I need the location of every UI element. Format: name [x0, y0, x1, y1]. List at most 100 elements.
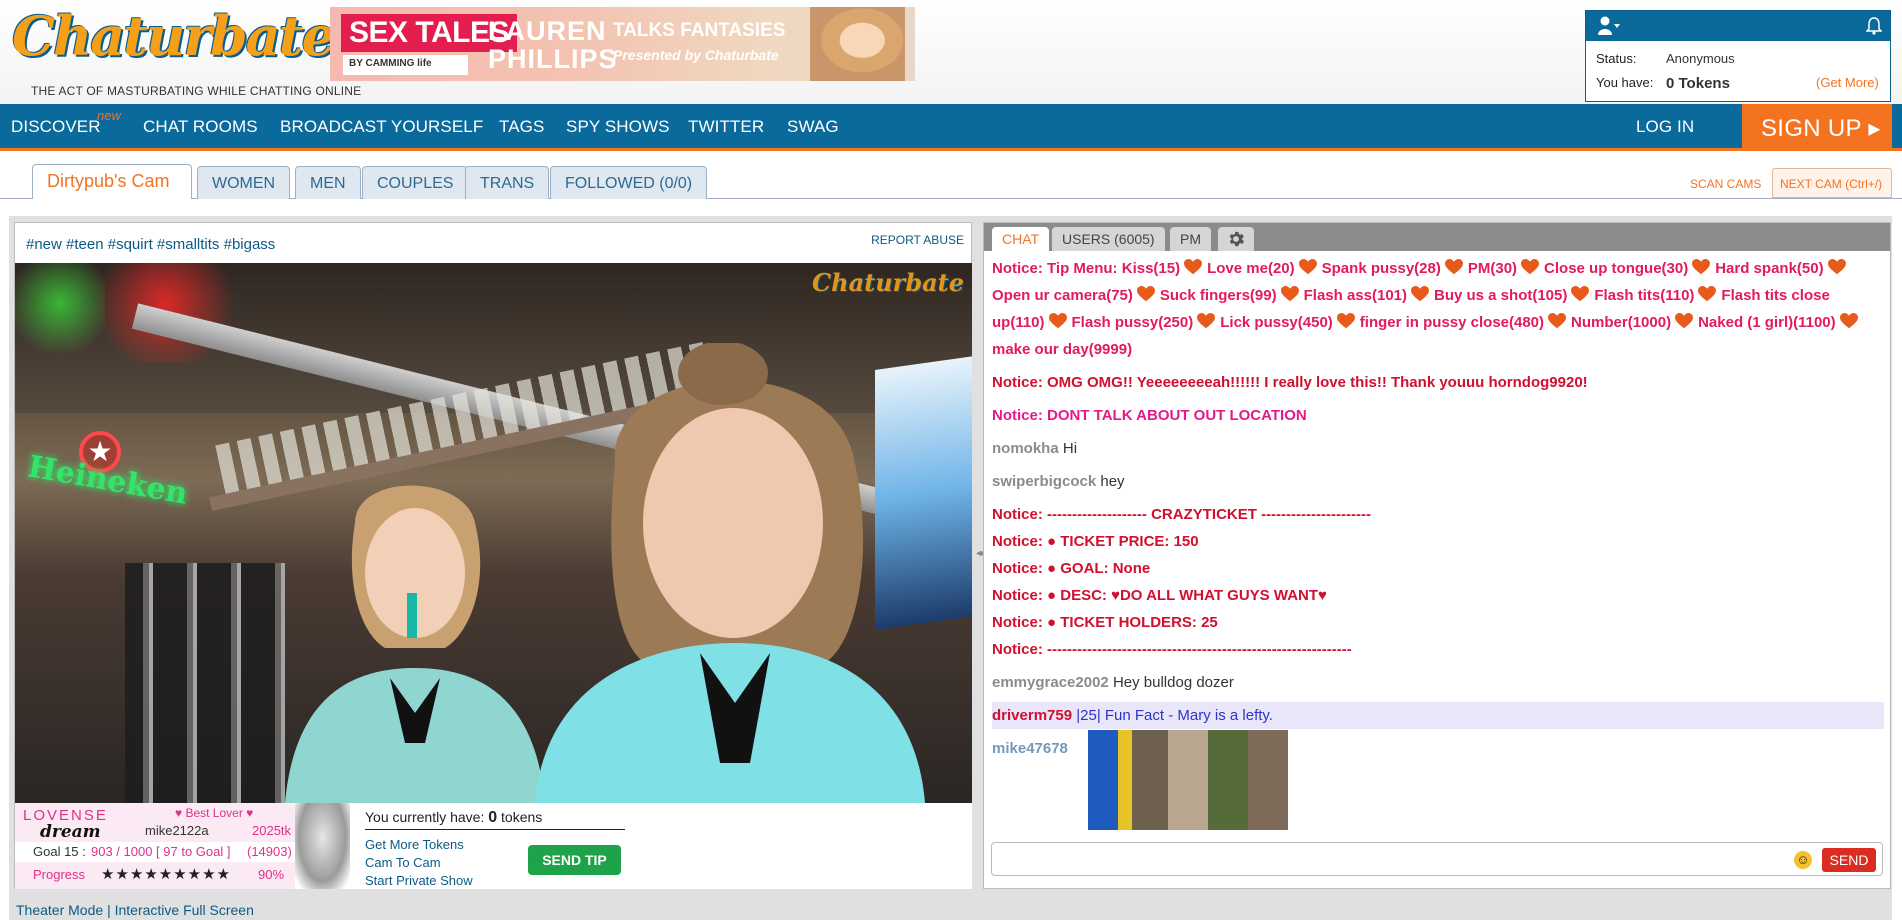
tokens-suffix: tokens: [501, 809, 543, 825]
gear-icon: [1229, 231, 1244, 247]
progress-percent: 90%: [258, 867, 285, 882]
tip-menu-item: Open ur camera(75): [992, 287, 1133, 304]
nav-tags[interactable]: TAGS: [499, 117, 544, 137]
notification-bell-icon[interactable]: [1866, 17, 1882, 35]
chat-settings-button[interactable]: [1218, 227, 1254, 251]
goal-value: 903 / 1000 [ 97 to Goal ]: [91, 844, 231, 859]
lovense-widget: LOVENSE dream ♥ Best Lover ♥ mike2122a 2…: [15, 803, 295, 889]
chat-panel: CHAT USERS (6005) PM Notice: Tip Menu: K…: [983, 222, 1891, 889]
report-abuse-link[interactable]: REPORT ABUSE: [871, 233, 964, 247]
chat-username[interactable]: nomokha: [992, 440, 1059, 457]
tab-men[interactable]: MEN: [295, 166, 361, 199]
tab-users[interactable]: USERS (6005): [1052, 227, 1165, 251]
tab-chat[interactable]: CHAT: [992, 227, 1050, 251]
chat-username[interactable]: emmygrace2002: [992, 674, 1109, 691]
video-watermark: Chaturbate: [812, 268, 964, 297]
notice-omg: Notice: OMG OMG!! Yeeeeeeeeah!!!!!! I re…: [992, 374, 1588, 391]
site-tagline: THE ACT OF MASTURBATING WHILE CHATTING O…: [31, 84, 362, 98]
chat-image-attachment[interactable]: [1088, 730, 1288, 830]
goal-row: Goal 15 : 903 / 1000 [ 97 to Goal ] (149…: [15, 842, 295, 862]
emoji-icon[interactable]: ☺: [1794, 851, 1812, 869]
get-more-link[interactable]: (Get More): [1816, 75, 1879, 90]
nav-chat-rooms[interactable]: CHAT ROOMS: [143, 117, 258, 137]
status-label: Status:: [1596, 51, 1637, 66]
send-tip-button[interactable]: SEND TIP: [528, 845, 621, 875]
user-menu-icon[interactable]: [1598, 16, 1620, 36]
tip-menu-prefix: Notice: Tip Menu:: [992, 260, 1118, 277]
chat-username[interactable]: driverm759: [992, 707, 1072, 724]
heart-icon: [1280, 284, 1299, 302]
main-nav: DISCOVER new CHAT ROOMS BROADCAST YOURSE…: [0, 104, 1902, 151]
separator: |: [107, 902, 111, 918]
send-chat-button[interactable]: SEND: [1822, 848, 1876, 872]
heart-icon: [1692, 257, 1711, 275]
nav-broadcast[interactable]: BROADCAST YOURSELF: [280, 117, 483, 137]
get-more-tokens-link[interactable]: Get More Tokens: [365, 837, 464, 852]
nav-discover[interactable]: DISCOVER: [11, 117, 101, 137]
chat-message-highlighted: driverm759 |25| Fun Fact - Mary is a lef…: [992, 702, 1884, 729]
tab-current-cam[interactable]: Dirtypub's Cam: [32, 164, 192, 199]
video-stream[interactable]: ★ Heineken Chaturbate: [15, 263, 972, 803]
tip-menu-item: Close up tongue(30): [1544, 260, 1689, 277]
chat-message: swiperbigcock hey: [992, 468, 1884, 495]
chat-message: nomokha Hi: [992, 435, 1884, 462]
tab-trans[interactable]: TRANS: [465, 166, 550, 199]
private-show-link[interactable]: Start Private Show: [365, 873, 473, 888]
banner-talks: TALKS FANTASIES: [613, 20, 786, 41]
cam-to-cam-link[interactable]: Cam To Cam: [365, 855, 441, 870]
chat-username[interactable]: mike47678: [992, 740, 1068, 757]
site-logo[interactable]: Chaturbate: [12, 4, 336, 76]
heart-icon: [1827, 257, 1846, 275]
best-lover-user: mike2122a: [145, 823, 209, 838]
tip-menu-item: make our day(9999): [992, 341, 1133, 358]
fullscreen-link[interactable]: Interactive Full Screen: [115, 902, 254, 918]
notice-location: Notice: DONT TALK ABOUT OUT LOCATION: [992, 407, 1307, 424]
site-header: Chaturbate THE ACT OF MASTURBATING WHILE…: [0, 0, 1902, 104]
room-tabs: Dirtypub's Cam WOMEN MEN COUPLES TRANS F…: [0, 151, 1902, 199]
room-hashtags[interactable]: #new #teen #squirt #smalltits #bigass: [26, 236, 275, 253]
heart-icon: [1048, 311, 1067, 329]
nav-spy-shows[interactable]: SPY SHOWS: [566, 117, 670, 137]
tab-followed[interactable]: FOLLOWED (0/0): [550, 166, 708, 199]
chat-text: Hey bulldog dozer: [1112, 674, 1234, 691]
tip-menu-item: Love me(20): [1207, 260, 1295, 277]
nav-twitter[interactable]: TWITTER: [688, 117, 764, 137]
heart-icon: [1197, 311, 1216, 329]
banner-name-first: LAUREN: [488, 16, 607, 46]
tip-menu-item: Lick pussy(450): [1220, 314, 1333, 331]
nav-swag[interactable]: SWAG: [787, 117, 839, 137]
tokens-label: You have:: [1596, 75, 1654, 90]
tab-couples[interactable]: COUPLES: [362, 166, 469, 199]
crazyticket-block: Notice: -------------------- CRAZYTICKET…: [992, 501, 1884, 663]
tip-menu-item: PM(30): [1467, 260, 1518, 277]
heart-icon: [1548, 311, 1567, 329]
chat-input-field[interactable]: ☺ SEND: [991, 842, 1883, 876]
chat-username[interactable]: swiperbigcock: [992, 473, 1096, 490]
theater-mode-link[interactable]: Theater Mode: [16, 902, 103, 918]
next-cam-button[interactable]: NEXT CAM (Ctrl+/): [1772, 168, 1892, 198]
ticket-line: Notice: ● GOAL: None: [992, 560, 1151, 577]
ticket-line: Notice: ● TICKET HOLDERS: 25: [992, 614, 1218, 631]
tokens-count: 0: [488, 809, 498, 826]
tip-menu-item: Kiss(15): [1121, 260, 1181, 277]
account-bar: [1586, 11, 1890, 41]
tab-women[interactable]: WOMEN: [197, 166, 291, 199]
ad-banner[interactable]: SEX TALES BY CAMMING life LAUREN PHILLIP…: [330, 7, 915, 81]
tokens-prefix: You currently have:: [365, 809, 485, 825]
scan-cams-link[interactable]: SCAN CAMS: [1690, 177, 1761, 191]
view-mode-links: Theater Mode | Interactive Full Screen: [16, 902, 254, 918]
person-right: [535, 343, 925, 803]
heart-icon: [1839, 311, 1858, 329]
tip-menu-item: Suck fingers(99): [1159, 287, 1277, 304]
chat-text: hey: [1100, 473, 1125, 490]
tip-menu-item: Number(1000): [1571, 314, 1672, 331]
tab-pm[interactable]: PM: [1170, 227, 1211, 251]
signup-button[interactable]: SIGN UP ▸: [1742, 104, 1892, 148]
tip-menu-item: Flash pussy(250): [1071, 314, 1194, 331]
tokens-balance: You currently have: 0 tokens: [365, 809, 625, 830]
chat-message: emmygrace2002 Hey bulldog dozer: [992, 669, 1884, 696]
nav-login[interactable]: LOG IN: [1636, 117, 1694, 137]
goal-total: (14903): [247, 844, 292, 859]
heart-icon: [1444, 257, 1463, 275]
banner-name-last: PHILLIPS: [488, 44, 618, 74]
